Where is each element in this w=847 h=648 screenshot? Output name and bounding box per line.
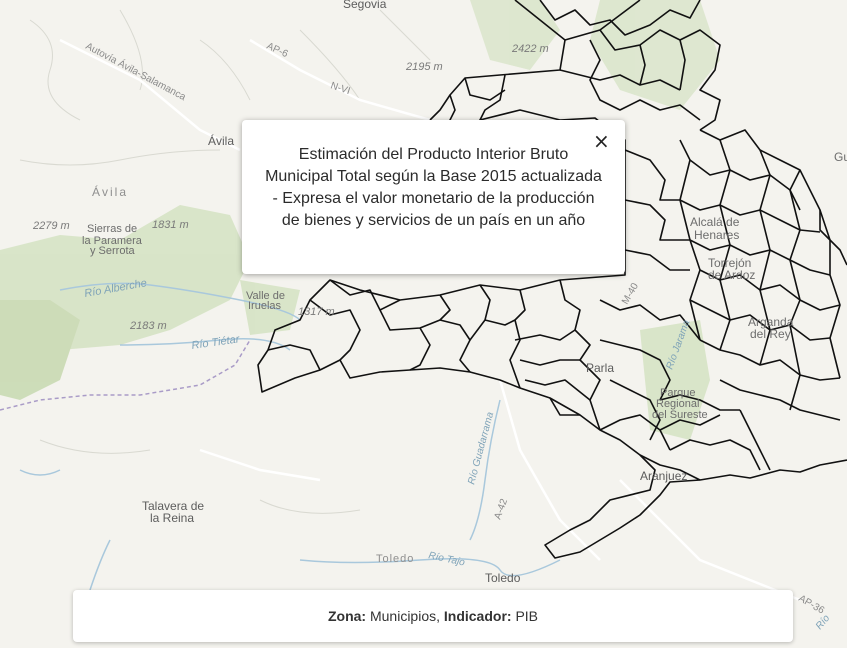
- zona-label: Zona:: [327, 608, 367, 624]
- label-arganda-2: del Rey: [750, 327, 791, 341]
- label-elev-2195: 2195 m: [405, 61, 443, 73]
- label-gu: Gu: [834, 150, 847, 164]
- label-alcala-1: Alcalá de: [690, 215, 740, 229]
- zona-value: Municipios,: [369, 608, 440, 624]
- label-talavera-2: la Reina: [150, 511, 194, 525]
- label-elev-2422: 2422 m: [511, 43, 549, 55]
- label-valle-2: Iruelas: [248, 300, 282, 312]
- indicador-label: Indicador:: [443, 608, 512, 624]
- label-segovia: Segovia: [343, 0, 387, 11]
- label-sierras-1: Sierras de: [87, 223, 137, 235]
- label-elev-1831: 1831 m: [152, 219, 189, 231]
- label-toledo-region: Toledo: [376, 553, 414, 565]
- label-elev-1317: 1317 m: [298, 306, 335, 318]
- label-aranjuez: Aranjuez: [640, 469, 687, 483]
- popup-description: Estimación del Producto Interior Bruto M…: [265, 146, 602, 229]
- close-icon[interactable]: ×: [593, 131, 610, 151]
- label-sierras-3: y Serrota: [90, 245, 136, 257]
- label-parque-3: del Sureste: [652, 409, 708, 421]
- label-avila-city: Ávila: [208, 133, 234, 148]
- label-elev-2183: 2183 m: [129, 320, 167, 332]
- label-alcala-2: Henares: [694, 228, 739, 242]
- basemap[interactable]: Segovia Autovía Ávila-Salamanca AP-6 N-V…: [0, 0, 847, 648]
- info-popup: Estimación del Producto Interior Bruto M…: [242, 120, 625, 274]
- filter-summary-bar: Zona: Municipios, Indicador: PIB: [73, 590, 793, 642]
- indicador-value: PIB: [515, 608, 539, 624]
- label-elev-2279: 2279 m: [32, 220, 70, 232]
- label-toledo-city: Toledo: [485, 571, 521, 585]
- label-torrejon-2: de Ardoz: [708, 268, 755, 282]
- label-avila-region: Ávila: [92, 184, 128, 199]
- label-parla: Parla: [586, 361, 614, 375]
